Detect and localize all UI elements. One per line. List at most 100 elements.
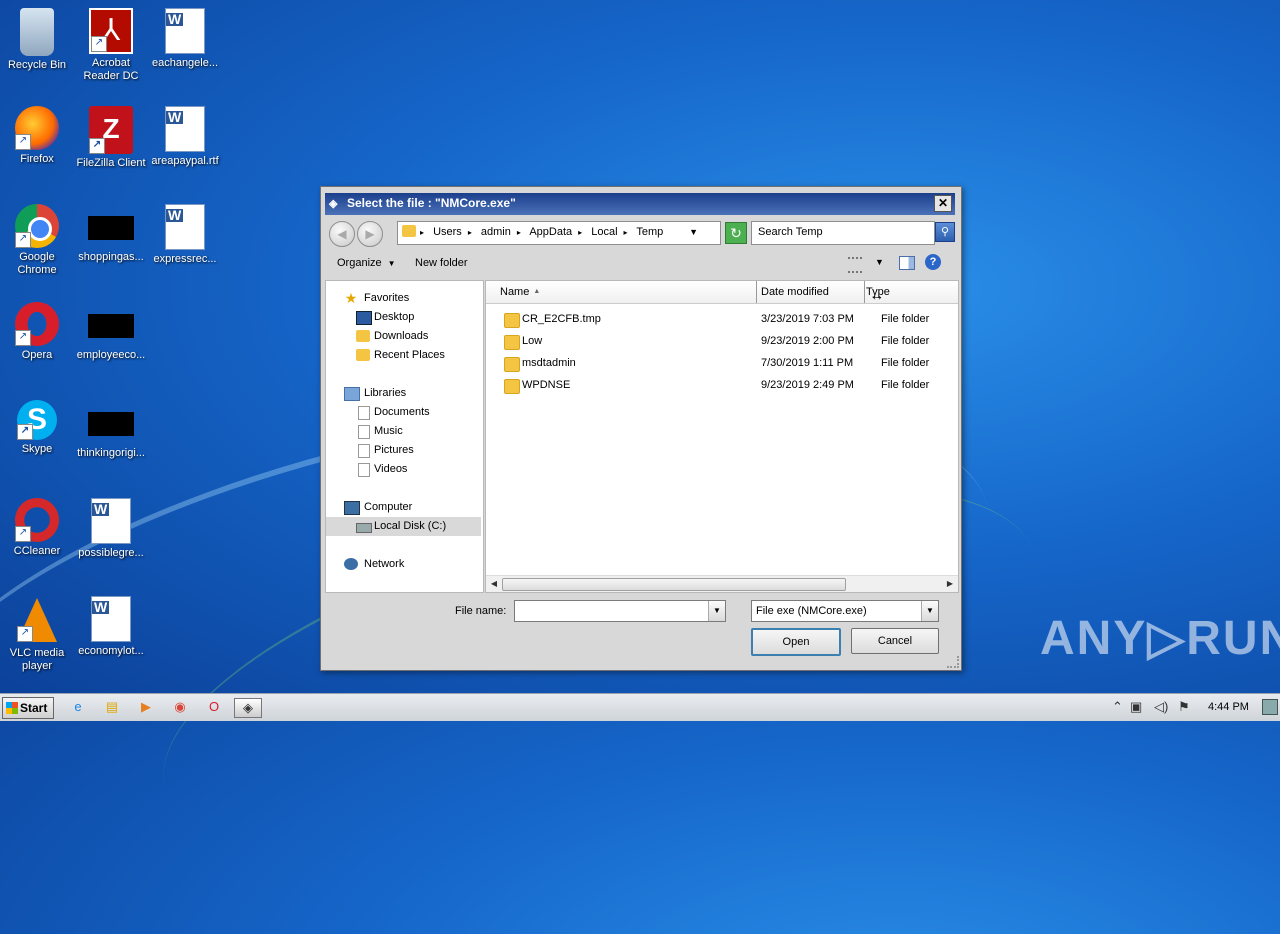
nav-item-recent-places[interactable]: Recent Places [326, 346, 481, 365]
search-placeholder: Search Temp [758, 226, 823, 238]
scroll-right-icon[interactable]: ▶ [944, 578, 956, 590]
documents-icon [358, 406, 370, 420]
nav-item-libraries[interactable]: Libraries [326, 384, 481, 403]
navigation-bar: ◀ ▶ ▸ Users ▸ admin ▸ AppData ▸ Local ▸ Temp… [325, 215, 955, 247]
desktop-icon-file[interactable]: shoppingas... [74, 200, 148, 264]
column-divider[interactable] [756, 281, 757, 303]
cancel-button[interactable]: Cancel [851, 628, 939, 654]
nav-item-downloads[interactable]: Downloads [326, 327, 481, 346]
desktop-icon-chrome[interactable]: ↗ Google Chrome [0, 200, 74, 277]
breadcrumb-item[interactable]: Temp [636, 226, 663, 238]
chrome-icon[interactable]: ◉ [170, 698, 190, 716]
chevron-down-icon[interactable]: ▼ [689, 227, 698, 237]
search-input[interactable]: Search Temp [751, 221, 935, 245]
desktop-icon-skype[interactable]: S ↗ Skype [0, 396, 74, 456]
desktop-icon-doc[interactable]: W eachangele... [148, 4, 222, 70]
scroll-left-icon[interactable]: ◀ [488, 578, 500, 590]
internet-explorer-icon[interactable]: e [68, 698, 88, 716]
view-options-icon[interactable] [848, 257, 862, 273]
back-button[interactable]: ◀ [329, 221, 355, 247]
nav-label: Recent Places [374, 349, 445, 361]
horizontal-scrollbar[interactable]: ◀ ▶ [486, 575, 958, 592]
chevron-down-icon[interactable]: ▼ [875, 257, 884, 267]
desktop-icon-doc[interactable]: W economylot... [74, 592, 148, 658]
help-icon[interactable]: ? [925, 254, 941, 270]
desktop-icon-opera[interactable]: ↗ Opera [0, 298, 74, 362]
desktop-icon-ccleaner[interactable]: ↗ CCleaner [0, 494, 74, 558]
desktop-icon-label: Firefox [20, 153, 54, 165]
file-row[interactable]: msdtadmin 7/30/2019 1:11 PM File folder [486, 353, 958, 375]
preview-pane-icon[interactable] [899, 256, 915, 270]
chevron-down-icon: ▼ [387, 259, 396, 268]
file-name: Low [522, 335, 543, 347]
flag-icon[interactable]: ⚑ [1178, 699, 1190, 715]
dialog-titlebar[interactable]: ◈ Select the file : "NMCore.exe" ✕ [325, 193, 955, 215]
nav-item-network[interactable]: Network [326, 555, 481, 574]
desktop-icon-recycle-bin[interactable]: Recycle Bin [0, 4, 74, 72]
breadcrumb-item[interactable]: admin [481, 226, 511, 238]
volume-icon[interactable]: ◁) [1154, 699, 1168, 715]
desktop-icon-file[interactable]: employeeco... [74, 298, 148, 362]
nav-item-videos[interactable]: Videos [326, 460, 481, 479]
nav-item-favorites[interactable]: ★ Favorites [326, 289, 481, 308]
action-center-icon[interactable]: ▣ [1130, 699, 1142, 715]
forward-button[interactable]: ▶ [357, 221, 383, 247]
new-folder-button[interactable]: New folder [415, 257, 468, 269]
nav-item-desktop[interactable]: Desktop [326, 308, 481, 327]
nav-item-pictures[interactable]: Pictures [326, 441, 481, 460]
nav-item-computer[interactable]: Computer [326, 498, 481, 517]
shortcut-arrow-icon: ↗ [91, 36, 107, 52]
file-name: msdtadmin [522, 357, 576, 369]
show-desktop-button[interactable] [1262, 699, 1278, 715]
star-icon: ★ [344, 290, 358, 306]
open-button[interactable]: Open [751, 628, 841, 656]
resize-grip[interactable] [947, 656, 959, 668]
desktop-icon-file[interactable]: thinkingorigi... [74, 396, 148, 460]
search-icon[interactable]: ⚲ [935, 222, 955, 242]
desktop-icon-doc[interactable]: W expressrec... [148, 200, 222, 266]
chevron-up-icon[interactable]: ⌃ [1112, 699, 1123, 715]
nav-item-local-disk[interactable]: Local Disk (C:) [326, 517, 481, 536]
breadcrumb-item[interactable]: Users [433, 226, 462, 238]
desktop-icon-label: thinkingorigi... [77, 447, 145, 459]
nav-item-music[interactable]: Music [326, 422, 481, 441]
file-row[interactable]: CR_E2CFB.tmp 3/23/2019 7:03 PM File fold… [486, 309, 958, 331]
desktop-icon-doc[interactable]: W possiblegre... [74, 494, 148, 560]
column-header-date-modified[interactable]: Date modified [761, 281, 829, 303]
desktop-icon-acrobat[interactable]: ⅄ ↗ Acrobat Reader DC [74, 4, 148, 83]
refresh-icon[interactable]: ↻ [725, 222, 747, 244]
breadcrumb-item[interactable]: AppData [529, 226, 572, 238]
desktop-icon-filezilla[interactable]: Z ↗ FileZilla Client [74, 102, 148, 170]
address-bar[interactable]: ▸ Users ▸ admin ▸ AppData ▸ Local ▸ Temp ▼ [397, 221, 721, 245]
file-row[interactable]: WPDNSE 9/23/2019 2:49 PM File folder [486, 375, 958, 397]
organize-button[interactable]: Organize ▼ [337, 257, 396, 269]
dialog-title: Select the file : "NMCore.exe" [347, 196, 516, 210]
chevron-down-icon[interactable]: ▼ [921, 601, 938, 621]
opera-icon[interactable]: O [204, 698, 224, 716]
close-button[interactable]: ✕ [934, 195, 952, 212]
start-button[interactable]: Start [2, 697, 54, 719]
clock[interactable]: 4:44 PM [1208, 701, 1249, 713]
word-document-icon: W [165, 106, 205, 152]
nav-label: Desktop [374, 311, 415, 323]
nav-item-documents[interactable]: Documents [326, 403, 481, 422]
scrollbar-thumb[interactable] [502, 578, 846, 591]
file-row[interactable]: Low 9/23/2019 2:00 PM File folder [486, 331, 958, 353]
desktop-icon-label: employeeco... [76, 349, 146, 361]
file-type-filter[interactable]: File exe (NMCore.exe) ▼ [751, 600, 939, 622]
column-header-name[interactable]: Name ▲ [500, 281, 540, 303]
media-player-icon[interactable]: ▶ [136, 698, 156, 716]
file-select-dialog: ◈ Select the file : "NMCore.exe" ✕ ◀ ▶ ▸… [320, 186, 962, 671]
column-divider[interactable] [864, 281, 865, 303]
file-name-field[interactable]: ▼ [514, 600, 726, 622]
column-header-row: Name ▲ Date modified Type ↔ [486, 281, 958, 304]
chevron-down-icon[interactable]: ▼ [708, 601, 725, 621]
breadcrumb-item[interactable]: Local [591, 226, 617, 238]
desktop-icon-vlc[interactable]: ↗ VLC media player [0, 592, 74, 673]
black-file-icon [88, 412, 134, 436]
desktop-icon-doc[interactable]: W areapaypal.rtf [148, 102, 222, 168]
file-explorer-icon[interactable]: ▤ [102, 698, 122, 716]
desktop-icon-firefox[interactable]: ↗ Firefox [0, 102, 74, 166]
music-icon [358, 425, 370, 439]
active-app-icon[interactable]: ◈ [234, 698, 262, 718]
